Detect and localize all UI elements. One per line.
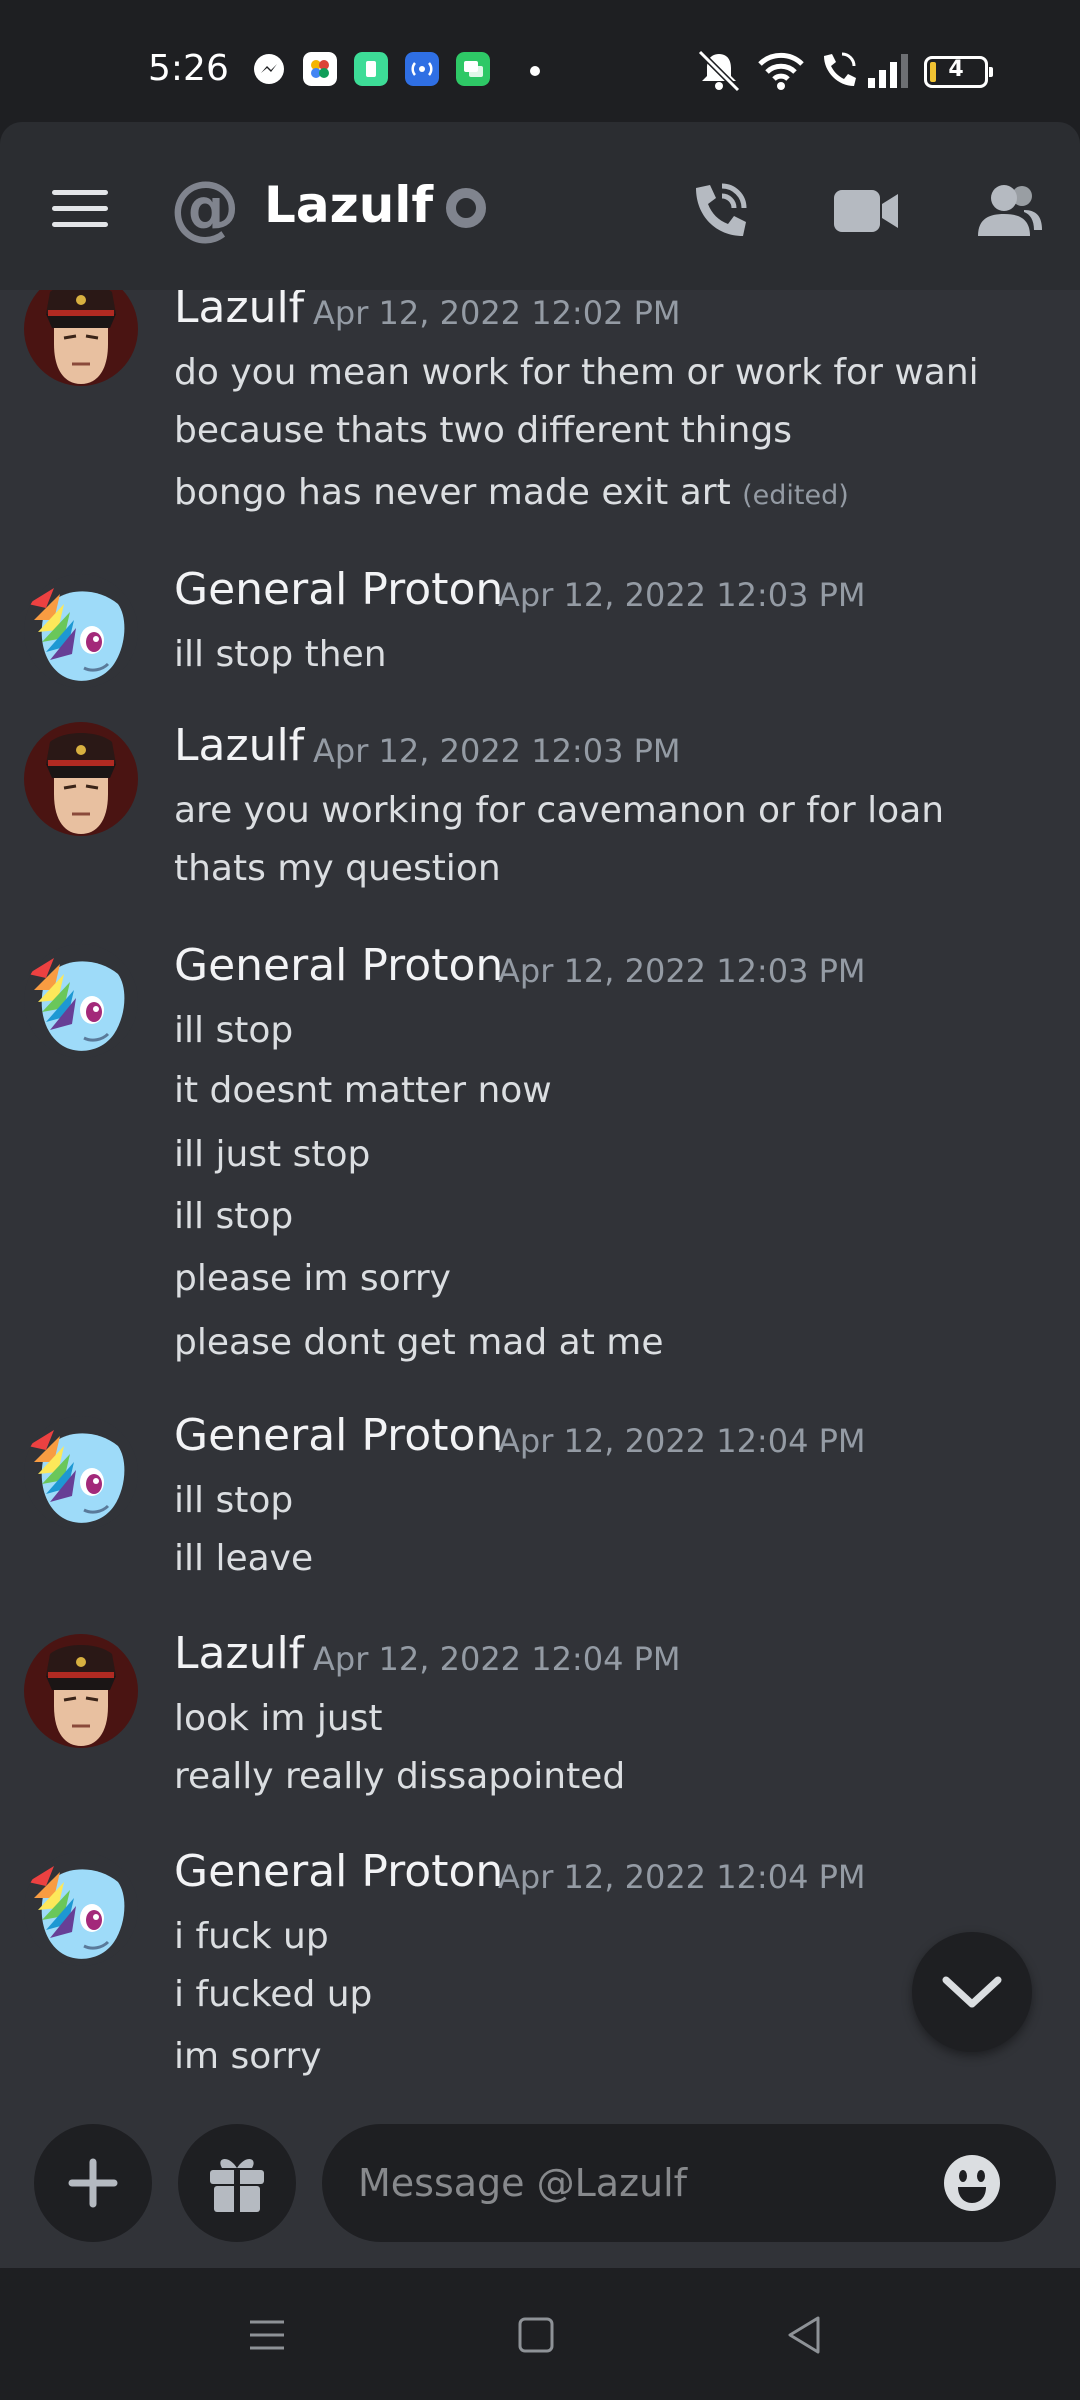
message-text: ill stop <box>174 1480 294 1521</box>
message-author[interactable]: General Proton <box>174 1410 503 1461</box>
system-nav-bar <box>0 2268 1080 2400</box>
avatar[interactable] <box>24 722 138 836</box>
message-author[interactable]: General Proton <box>174 1846 503 1897</box>
message-timestamp: Apr 12, 2022 12:04 PM <box>498 1422 866 1460</box>
avatar[interactable] <box>24 1852 138 1966</box>
avatar[interactable] <box>24 1634 138 1748</box>
gift-icon <box>210 2158 264 2214</box>
notification-dot <box>530 66 540 76</box>
message-composer[interactable] <box>322 2124 1056 2242</box>
message-timestamp: Apr 12, 2022 12:02 PM <box>313 294 681 332</box>
message-author[interactable]: General Proton <box>174 940 503 991</box>
message-text: ill stop <box>174 1010 294 1051</box>
message-timestamp: Apr 12, 2022 12:04 PM <box>313 1640 681 1678</box>
attach-button[interactable] <box>34 2124 152 2242</box>
photos-icon <box>303 52 337 86</box>
status-time: 5:26 <box>148 48 229 89</box>
avatar[interactable] <box>24 1416 138 1530</box>
message-text: do you mean work for them or work for wa… <box>174 352 979 393</box>
page-title[interactable]: Lazulf <box>264 176 433 234</box>
message-text: are you working for cavemanon or for loa… <box>174 790 945 831</box>
jump-to-bottom-button[interactable] <box>912 1932 1032 2052</box>
battery-level: 4 <box>948 57 964 82</box>
message-text: ill stop then <box>174 634 387 675</box>
status-bar: 5:26 4 <box>0 0 1080 130</box>
message-text: ill stop <box>174 1196 294 1237</box>
message-author[interactable]: Lazulf <box>174 290 304 333</box>
message-text: ill just stop <box>174 1134 371 1175</box>
app-green-icon <box>354 52 388 86</box>
at-sign-icon: @ <box>170 166 240 248</box>
broadcast-icon <box>405 52 439 86</box>
avatar[interactable] <box>24 290 138 386</box>
plus-icon <box>68 2158 118 2208</box>
message-text: i fucked up <box>174 1974 373 2015</box>
channel-header: @ Lazulf <box>0 122 1080 290</box>
home-icon[interactable] <box>511 2310 561 2360</box>
video-call-button[interactable] <box>832 176 902 246</box>
message-timestamp: Apr 12, 2022 12:04 PM <box>498 1858 866 1896</box>
chevron-down-icon <box>942 1976 1002 2008</box>
message-text: please im sorry <box>174 1258 451 1299</box>
message-text: please dont get mad at me <box>174 1322 664 1363</box>
voice-call-button[interactable] <box>684 176 754 246</box>
message-text: bongo has never made exit art (edited) <box>174 472 849 513</box>
back-icon[interactable] <box>780 2310 830 2360</box>
message-author[interactable]: Lazulf <box>174 720 304 771</box>
message-text: look im just <box>174 1698 383 1739</box>
chat-green-icon <box>456 52 490 86</box>
message-author[interactable]: Lazulf <box>174 1628 304 1679</box>
wifi-call-icon <box>824 52 856 86</box>
message-timestamp: Apr 12, 2022 12:03 PM <box>313 732 681 770</box>
message-text: it doesnt matter now <box>174 1070 552 1111</box>
avatar[interactable] <box>24 574 138 688</box>
message-list[interactable]: Lazulf Apr 12, 2022 12:02 PM do you mean… <box>0 290 1080 2116</box>
message-author[interactable]: General Proton <box>174 564 503 615</box>
gift-button[interactable] <box>178 2124 296 2242</box>
composer-bar <box>0 2116 1080 2268</box>
offline-status-icon <box>446 188 486 228</box>
battery-icon: 4 <box>924 56 993 88</box>
message-text: im sorry <box>174 2036 322 2077</box>
signal-icon <box>868 54 908 88</box>
menu-icon[interactable] <box>52 190 108 227</box>
message-input[interactable] <box>358 2152 918 2214</box>
emoji-icon[interactable] <box>942 2153 1002 2213</box>
avatar[interactable] <box>24 944 138 1058</box>
message-text: really really dissapointed <box>174 1756 626 1797</box>
message-timestamp: Apr 12, 2022 12:03 PM <box>498 952 866 990</box>
message-text: ill leave <box>174 1538 314 1579</box>
edited-label: (edited) <box>742 480 849 511</box>
wifi-icon <box>758 52 804 90</box>
recents-icon[interactable] <box>242 2310 292 2360</box>
mute-bell-icon <box>697 49 741 92</box>
messenger-icon <box>254 54 284 84</box>
message-timestamp: Apr 12, 2022 12:03 PM <box>498 576 866 614</box>
message-text: because thats two different things <box>174 410 793 451</box>
members-button[interactable] <box>974 176 1044 246</box>
message-text: i fuck up <box>174 1916 329 1957</box>
message-text: thats my question <box>174 848 501 889</box>
